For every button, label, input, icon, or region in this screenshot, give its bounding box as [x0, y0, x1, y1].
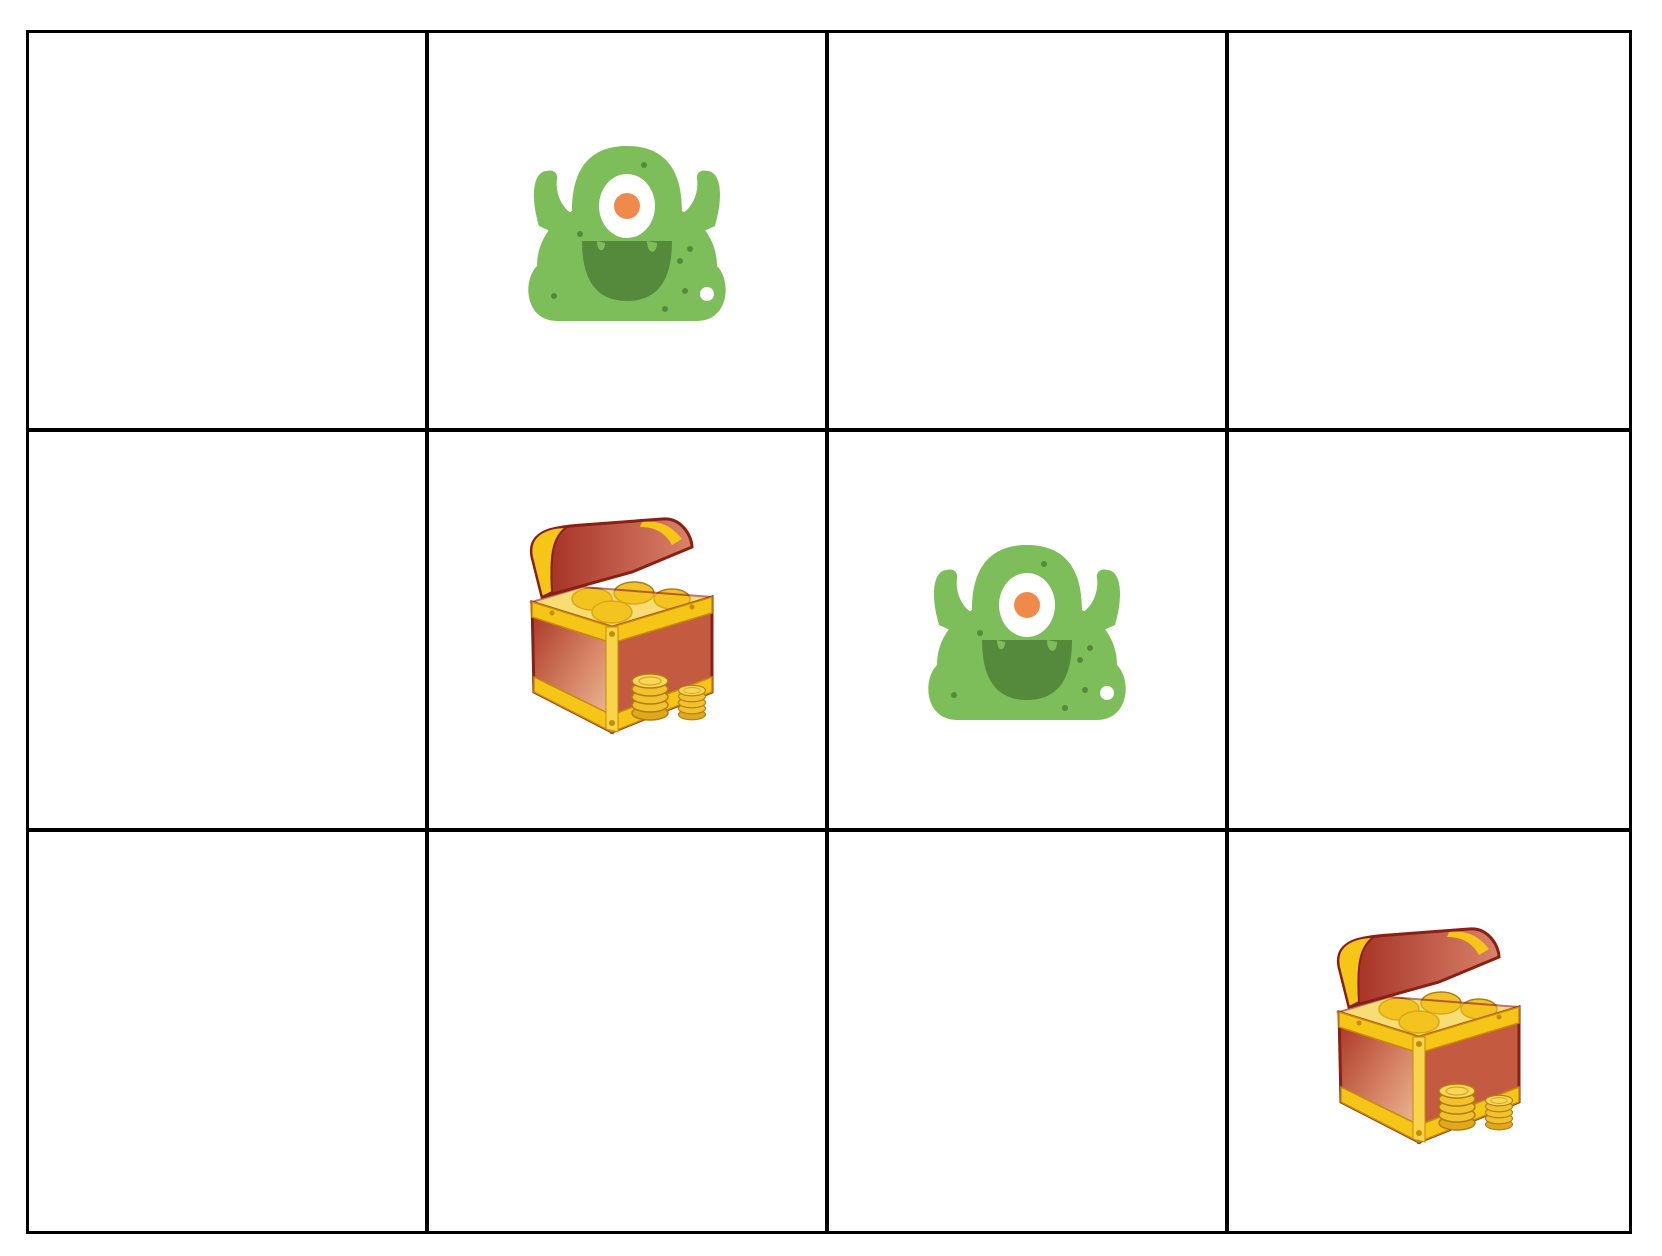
cell-r1-c4[interactable] [1229, 33, 1629, 433]
cell-r3-c1[interactable] [29, 831, 429, 1231]
cell-r3-c2[interactable] [429, 831, 829, 1231]
cell-r1-c3[interactable] [829, 33, 1229, 433]
cell-r3-c4[interactable] [1229, 831, 1629, 1231]
treasure-chest-icon [522, 517, 732, 742]
cell-r2-c2[interactable] [429, 432, 829, 832]
cell-r1-c1[interactable] [29, 33, 429, 433]
game-board [26, 30, 1632, 1234]
green-one-eyed-monster-icon [917, 530, 1137, 730]
cell-r2-c1[interactable] [29, 432, 429, 832]
treasure-chest-icon [1329, 927, 1539, 1152]
cell-r1-c2[interactable] [429, 33, 829, 433]
cell-r2-c3[interactable] [829, 432, 1229, 832]
cell-r3-c3[interactable] [829, 831, 1229, 1231]
green-one-eyed-monster-icon [517, 131, 737, 331]
cell-r2-c4[interactable] [1229, 432, 1629, 832]
